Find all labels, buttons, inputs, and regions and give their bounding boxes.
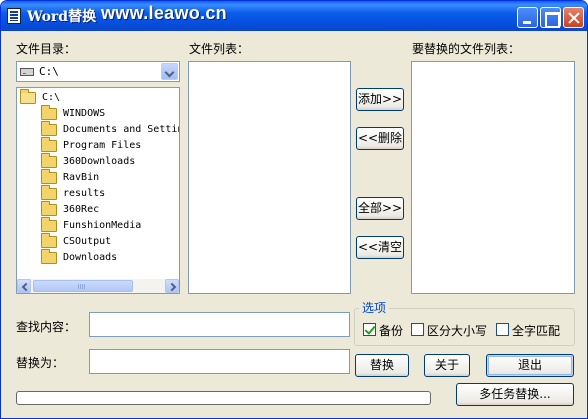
- clear-button[interactable]: <<清空: [356, 236, 404, 259]
- replace-with-label: 替换为：: [16, 356, 65, 370]
- scroll-left-icon[interactable]: [17, 279, 31, 293]
- tree-item-label: results: [63, 188, 106, 199]
- scroll-thumb[interactable]: [33, 280, 133, 292]
- replace-list-label: 要替换的文件列表：: [412, 42, 521, 56]
- about-button[interactable]: 关于: [424, 354, 470, 377]
- backup-label: 备份: [379, 324, 404, 338]
- title-bar[interactable]: Word替换 www.leawo.cn: [1, 1, 587, 31]
- tree-horizontal-scrollbar[interactable]: [17, 279, 179, 293]
- drive-select-value: C:\: [39, 65, 59, 78]
- folder-icon: [41, 249, 57, 264]
- whole-word-checkbox[interactable]: [496, 323, 509, 336]
- folder-icon: [41, 121, 57, 136]
- hard-drive-icon: [20, 68, 34, 76]
- maximize-button[interactable]: [540, 7, 561, 28]
- drive-select[interactable]: C:\: [16, 61, 180, 82]
- case-sensitive-checkbox[interactable]: [411, 323, 424, 336]
- find-label: 查找内容：: [16, 320, 77, 334]
- main-window: Word替换 www.leawo.cn 文件目录： 文件列表： 要替换的文件列表…: [0, 0, 588, 419]
- tree-item-label: Documents and Settin: [63, 124, 180, 135]
- tree-item-label: C:\: [42, 92, 61, 103]
- file-list[interactable]: [188, 61, 351, 294]
- window-title-url: www.leawo.cn: [101, 3, 227, 23]
- tree-item-label: 360Downloads: [63, 156, 136, 167]
- chevron-down-icon[interactable]: [161, 63, 178, 80]
- app-document-icon: [7, 8, 21, 24]
- whole-word-label: 全字匹配: [512, 324, 561, 338]
- tree-item-label: Program Files: [63, 140, 142, 151]
- minimize-button[interactable]: [517, 7, 538, 28]
- tree-item-label: CSOutput: [63, 236, 112, 247]
- directory-tree[interactable]: C:\ WINDOWS Documents and Settin Program…: [16, 87, 180, 294]
- tree-item-label: 360Rec: [63, 204, 100, 215]
- scroll-right-icon[interactable]: [165, 279, 179, 293]
- open-folder-icon: [20, 89, 36, 104]
- replace-button[interactable]: 替换: [355, 354, 409, 377]
- add-all-button[interactable]: 全部>>: [356, 197, 404, 220]
- backup-checkbox[interactable]: [363, 323, 376, 336]
- add-button[interactable]: 添加>>: [356, 88, 404, 111]
- case-sensitive-label: 区分大小写: [427, 324, 488, 338]
- directory-label: 文件目录：: [16, 42, 77, 56]
- multi-task-replace-button[interactable]: 多任务替换...: [456, 383, 574, 406]
- file-list-label: 文件列表：: [189, 42, 250, 56]
- folder-icon: [41, 185, 57, 200]
- folder-icon: [41, 105, 57, 120]
- folder-icon: [41, 153, 57, 168]
- exit-button[interactable]: 退出: [486, 354, 574, 377]
- tree-item-label: WINDOWS: [63, 108, 106, 119]
- tree-item-label: FunshionMedia: [63, 220, 142, 231]
- folder-icon: [41, 201, 57, 216]
- remove-button[interactable]: <<删除: [356, 127, 404, 150]
- find-input[interactable]: [89, 312, 350, 337]
- window-title: Word替换: [27, 9, 97, 25]
- options-title: 选项: [359, 299, 390, 316]
- folder-icon: [41, 137, 57, 152]
- progress-bar: [16, 391, 431, 405]
- tree-item-label: RavBin: [63, 172, 100, 183]
- tree-item-label: Downloads: [63, 252, 118, 263]
- replace-with-input[interactable]: [89, 349, 350, 374]
- folder-icon: [41, 217, 57, 232]
- close-button[interactable]: [563, 7, 584, 28]
- folder-icon: [41, 233, 57, 248]
- folder-icon: [41, 169, 57, 184]
- replace-file-list[interactable]: [411, 61, 575, 294]
